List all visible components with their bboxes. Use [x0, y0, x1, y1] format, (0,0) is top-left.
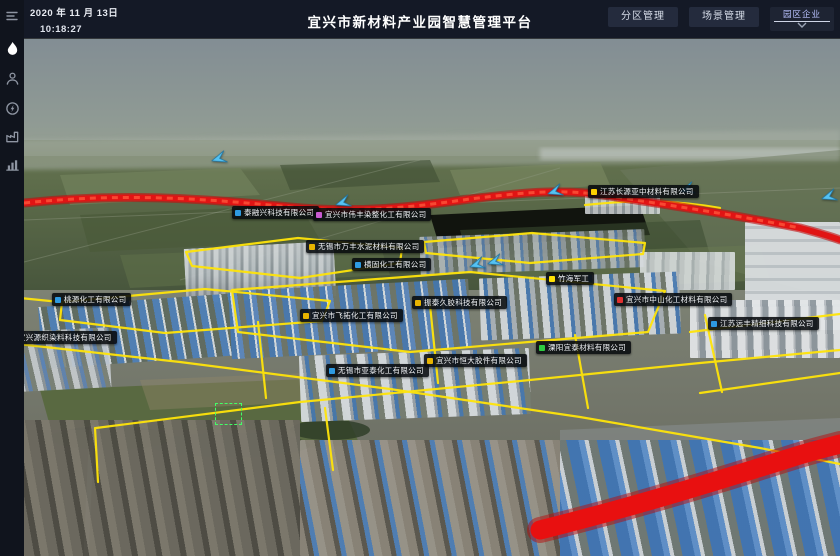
- company-label-text: 无锡市万丰水泥材料有限公司: [318, 241, 419, 252]
- left-toolbar: [0, 0, 24, 556]
- company-marker-icon: [235, 210, 241, 216]
- company-label[interactable]: 竹海军工: [546, 272, 594, 285]
- app-window: 泰融兴科技有限公司宜兴市伟丰染整化工有限公司 江苏长源亚中材料有限公司无锡市万丰水…: [0, 0, 840, 556]
- map-3d-view[interactable]: 泰融兴科技有限公司宜兴市伟丰染整化工有限公司 江苏长源亚中材料有限公司无锡市万丰水…: [0, 0, 840, 556]
- company-label-text: 宜兴市飞拓化工有限公司: [312, 310, 398, 321]
- fire-icon: [5, 41, 20, 56]
- company-label[interactable]: 桃源化工有限公司: [52, 293, 131, 306]
- company-marker-icon: [549, 276, 555, 282]
- park-enterprise-dropdown[interactable]: 园区企业: [770, 7, 834, 31]
- company-marker-icon: [316, 212, 322, 218]
- scene-management-button[interactable]: 场景管理: [689, 7, 759, 27]
- company-label-text: 无锡市亚泰化工有限公司: [338, 365, 424, 376]
- company-marker-icon: [711, 321, 717, 327]
- zone-management-button[interactable]: 分区管理: [608, 7, 678, 27]
- company-marker-icon: [355, 262, 361, 268]
- company-label-layer: 泰融兴科技有限公司宜兴市伟丰染整化工有限公司 江苏长源亚中材料有限公司无锡市万丰水…: [0, 0, 840, 556]
- sidebar-item-fire[interactable]: [0, 36, 24, 60]
- sidebar-item-stats[interactable]: [0, 152, 24, 176]
- company-marker-icon: [427, 358, 433, 364]
- sidebar-item-energy[interactable]: [0, 96, 24, 120]
- company-label-text: 宜兴市恒大胶件有限公司: [436, 355, 522, 366]
- company-label[interactable]: 宜兴市飞拓化工有限公司: [300, 309, 403, 322]
- sidebar-item-factory[interactable]: [0, 124, 24, 148]
- company-label-text: 宜兴源织染料科技有限公司: [18, 332, 112, 343]
- company-label[interactable]: 江苏长源亚中材料有限公司: [588, 185, 699, 198]
- factory-icon: [5, 129, 20, 144]
- company-marker-icon: [415, 300, 421, 306]
- company-label[interactable]: 振泰久胶科技有限公司: [412, 296, 507, 309]
- chevron-down-icon: [797, 22, 807, 28]
- company-marker-icon: [617, 297, 623, 303]
- company-label[interactable]: 宜兴市伟丰染整化工有限公司: [313, 208, 431, 221]
- company-marker-icon: [539, 345, 545, 351]
- company-label-text: 振泰久胶科技有限公司: [424, 297, 502, 308]
- company-label[interactable]: 无锡市亚泰化工有限公司: [326, 364, 429, 377]
- company-label[interactable]: 无锡市万丰水泥材料有限公司: [306, 240, 424, 253]
- company-label-text: 桃源化工有限公司: [64, 294, 126, 305]
- dropdown-label: 园区企业: [783, 8, 821, 20]
- company-label[interactable]: 横固化工有限公司: [352, 258, 431, 271]
- company-label[interactable]: 江苏远丰精细科技有限公司: [708, 317, 819, 330]
- chart-icon: [5, 157, 20, 172]
- company-label-text: 宜兴市伟丰染整化工有限公司: [325, 209, 426, 220]
- company-label[interactable]: 宜兴市中山化工材料有限公司: [614, 293, 732, 306]
- sidebar-item-user[interactable]: [0, 66, 24, 90]
- company-label-text: 泰融兴科技有限公司: [244, 207, 314, 218]
- company-label[interactable]: 溧阳宜泰材料有限公司: [536, 341, 631, 354]
- company-label-text: 横固化工有限公司: [364, 259, 426, 270]
- company-marker-icon: [309, 244, 315, 250]
- company-label-text: 溧阳宜泰材料有限公司: [548, 342, 626, 353]
- user-icon: [5, 71, 20, 86]
- header-controls: 分区管理 场景管理 园区企业: [608, 7, 834, 31]
- company-label[interactable]: 泰融兴科技有限公司: [232, 206, 319, 219]
- company-marker-icon: [591, 189, 597, 195]
- company-label-text: 江苏远丰精细科技有限公司: [720, 318, 814, 329]
- company-marker-icon: [303, 313, 309, 319]
- company-label-text: 竹海军工: [558, 273, 589, 284]
- company-label-text: 江苏长源亚中材料有限公司: [600, 186, 694, 197]
- company-marker-icon: [55, 297, 61, 303]
- top-bar: 2020 年 11 月 13日 10:18:27 宜兴市新材料产业园智慧管理平台…: [0, 0, 840, 38]
- company-label-text: 宜兴市中山化工材料有限公司: [626, 294, 727, 305]
- sidebar-item-menu[interactable]: [0, 4, 24, 28]
- company-marker-icon: [329, 368, 335, 374]
- energy-icon: [5, 101, 20, 116]
- menu-icon: [4, 8, 20, 24]
- company-label[interactable]: 宜兴市恒大胶件有限公司: [424, 354, 527, 367]
